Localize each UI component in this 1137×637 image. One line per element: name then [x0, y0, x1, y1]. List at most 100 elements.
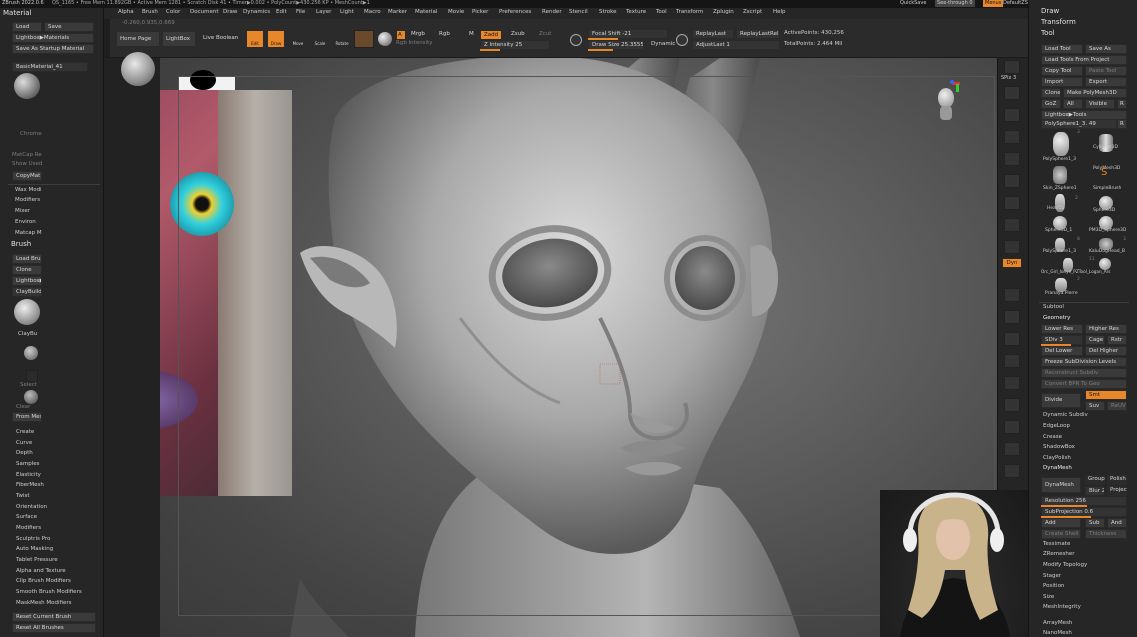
- edgeloop-section[interactable]: EdgeLoop: [1043, 422, 1070, 431]
- menu-material[interactable]: Material: [415, 8, 437, 17]
- position-section[interactable]: Position: [1043, 582, 1064, 591]
- zadd-button[interactable]: Zadd: [480, 30, 502, 40]
- divide-button[interactable]: Divide: [1041, 393, 1081, 408]
- sub-button[interactable]: Sub: [1085, 518, 1105, 528]
- menu-transform[interactable]: Transform: [676, 8, 703, 17]
- load-tool-button[interactable]: Load Tool: [1041, 44, 1083, 54]
- move-view-icon[interactable]: [1004, 310, 1020, 324]
- chrome-material-label[interactable]: Chrome: [20, 130, 42, 139]
- simplebrush-tool-icon[interactable]: S: [1101, 168, 1107, 178]
- material-thumbnail-icon[interactable]: [24, 390, 38, 404]
- scale-mode-button[interactable]: Scale: [311, 30, 329, 48]
- m-button[interactable]: M: [466, 30, 477, 40]
- goz-button[interactable]: GoZ: [1041, 99, 1061, 109]
- del-higher-button[interactable]: Del Higher: [1085, 346, 1127, 356]
- save-as-button[interactable]: Save As: [1085, 44, 1127, 54]
- menu-document[interactable]: Document: [190, 8, 219, 17]
- menu-texture[interactable]: Texture: [626, 8, 646, 17]
- dynamic-persp-toggle[interactable]: Dyn: [1002, 258, 1022, 268]
- menu-preferences[interactable]: Preferences: [499, 8, 531, 17]
- environment-section[interactable]: Environ: [15, 218, 36, 227]
- bpr-render-icon[interactable]: [1004, 60, 1020, 74]
- modify-topology-section[interactable]: Modify Topology: [1043, 561, 1087, 570]
- lightbox-materials-button[interactable]: Lightbox▶Materials: [12, 33, 94, 43]
- brush-section-smooth-brush-modifiers[interactable]: Smooth Brush Modifiers: [16, 588, 82, 597]
- menu-marker[interactable]: Marker: [388, 8, 407, 17]
- zcut-button[interactable]: Zcut: [536, 30, 555, 40]
- transform-menu-title[interactable]: Transform: [1041, 17, 1076, 27]
- floor-grid-icon[interactable]: [1004, 196, 1020, 210]
- zoom3d-icon[interactable]: [1004, 332, 1020, 346]
- menu-tool[interactable]: Tool: [656, 8, 667, 17]
- brush-section-twist[interactable]: Twist: [16, 492, 30, 501]
- crease-section[interactable]: Crease: [1043, 433, 1062, 442]
- perspective-icon[interactable]: [1004, 174, 1020, 188]
- dynamesh-section[interactable]: DynaMesh: [1043, 464, 1072, 473]
- rotate-mode-button[interactable]: Rotate: [333, 30, 351, 48]
- live-boolean-button[interactable]: Live Boolean: [200, 31, 240, 47]
- brush-section-depth[interactable]: Depth: [16, 449, 33, 458]
- cage-button[interactable]: Cage: [1085, 335, 1105, 345]
- meshintegrity-section[interactable]: MeshIntegrity: [1043, 603, 1081, 612]
- select-label[interactable]: Select: [20, 381, 37, 390]
- brush-section-sculptris-pro[interactable]: Sculptris Pro: [16, 535, 50, 544]
- material-name-slider[interactable]: BasicMaterial_41: [12, 62, 88, 72]
- material-menu-title[interactable]: Material: [3, 8, 31, 18]
- menu-draw[interactable]: Draw: [223, 8, 237, 17]
- rgb-intensity-slider[interactable]: Rgb Intensity: [396, 39, 433, 48]
- polish-toggle[interactable]: Polish: [1107, 475, 1127, 485]
- menus-toggle[interactable]: Menus: [983, 0, 1004, 7]
- freeze-subdiv-button[interactable]: Freeze SubDivision Levels: [1041, 357, 1127, 367]
- import-button[interactable]: Import: [1041, 77, 1083, 87]
- move-mode-button[interactable]: Move: [289, 30, 307, 48]
- menu-brush[interactable]: Brush: [142, 8, 158, 17]
- arraymesh-section[interactable]: ArrayMesh: [1043, 619, 1072, 628]
- matcap-red-label[interactable]: MatCap Re: [12, 151, 42, 160]
- goz-all-button[interactable]: All: [1063, 99, 1083, 109]
- create-shell-button[interactable]: Create Shell: [1041, 529, 1081, 539]
- basic-material-swatch-icon[interactable]: [14, 73, 40, 99]
- menu-render[interactable]: Render: [542, 8, 562, 17]
- nanomesh-section[interactable]: NanoMesh: [1043, 629, 1072, 637]
- dynamic-subdiv-section[interactable]: Dynamic Subdiv: [1043, 411, 1088, 420]
- add-button[interactable]: Add: [1041, 518, 1081, 528]
- menu-layer[interactable]: Layer: [316, 8, 331, 17]
- smt-toggle[interactable]: Smt: [1085, 390, 1127, 400]
- alpha-thumbnail-icon[interactable]: [24, 346, 38, 360]
- dynamesh-button[interactable]: DynaMesh: [1041, 477, 1081, 493]
- brush-section-auto-masking[interactable]: Auto Masking: [16, 545, 53, 554]
- brush-section-fibermesh[interactable]: FiberMesh: [16, 481, 44, 490]
- menu-stroke[interactable]: Stroke: [599, 8, 617, 17]
- sphere-symmetry-icon[interactable]: [570, 34, 582, 46]
- copy-mat-button[interactable]: CopyMat: [12, 171, 42, 181]
- menu-file[interactable]: File: [296, 8, 305, 17]
- local-symmetry-icon[interactable]: [1004, 218, 1020, 232]
- menu-light[interactable]: Light: [340, 8, 354, 17]
- menu-alpha[interactable]: Alpha: [118, 8, 134, 17]
- clone-brush-button[interactable]: Clone: [12, 265, 42, 275]
- tool-r-button[interactable]: R: [1117, 119, 1127, 129]
- tessimate-section[interactable]: Tessimate: [1043, 540, 1070, 549]
- see-through-slider[interactable]: See-through 0: [935, 0, 975, 7]
- mixer-section[interactable]: Mixer: [15, 207, 30, 216]
- dynamic-toggle[interactable]: Dynamic: [648, 40, 679, 50]
- zremesher-section[interactable]: ZRemesher: [1043, 550, 1074, 559]
- frame-icon[interactable]: [1004, 288, 1020, 302]
- del-lower-button[interactable]: Del Lower: [1041, 346, 1083, 356]
- claypolish-section[interactable]: ClayPolish: [1043, 454, 1071, 463]
- menu-help[interactable]: Help: [773, 8, 786, 17]
- make-polymesh-button[interactable]: Make PolyMesh3D: [1063, 88, 1127, 98]
- thickness-slider[interactable]: Thickness: [1085, 529, 1127, 539]
- show-used-button[interactable]: Show Used: [12, 160, 42, 169]
- rotate-view-icon[interactable]: [1004, 354, 1020, 368]
- menu-dynamics[interactable]: Dynamics: [243, 8, 270, 17]
- project-toggle[interactable]: Project: [1107, 486, 1127, 496]
- menu-edit[interactable]: Edit: [276, 8, 287, 17]
- modifiers-section[interactable]: Modifiers: [15, 196, 40, 205]
- from-mesh-button[interactable]: From Mes: [12, 412, 42, 422]
- actual-size-icon[interactable]: [1004, 130, 1020, 144]
- reconstruct-subdiv-button[interactable]: Reconstruct Subdiv: [1041, 368, 1127, 378]
- draw-mode-button[interactable]: Draw: [267, 30, 285, 48]
- stager-section[interactable]: Stager: [1043, 572, 1061, 581]
- home-page-button[interactable]: Home Page: [116, 31, 160, 47]
